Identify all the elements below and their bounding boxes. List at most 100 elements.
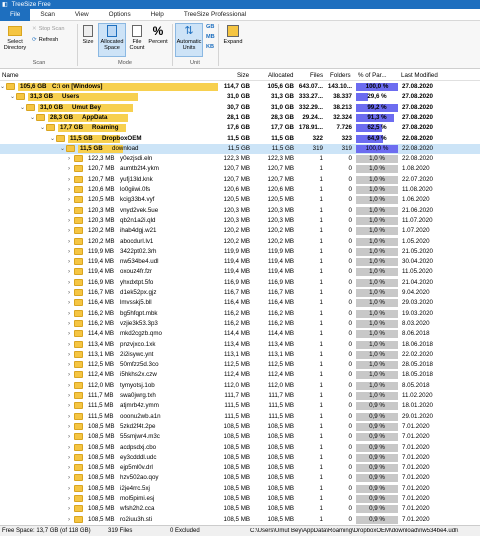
table-row[interactable]: › 122,3 MB y0ezjsdi.eln 122,3 MB 122,3 MB 1 0 1… <box>0 154 480 164</box>
expand-toggle-icon[interactable]: › <box>68 433 70 440</box>
expand-toggle-icon[interactable]: › <box>68 310 70 317</box>
expand-toggle-icon[interactable]: › <box>68 207 70 214</box>
tree-list[interactable]: ⌄ 105,6 GB C:\ on [Windows] 114,7 GB 105,6 G… <box>0 82 480 525</box>
col-folders[interactable]: Folders <box>330 72 351 79</box>
table-row[interactable]: › 108,5 MB ro2iuu3h.sti 108,5 MB 108,5 MB 1 0 0… <box>0 515 480 525</box>
allocated-space-button[interactable]: Allocated Space <box>98 23 126 57</box>
percent-button[interactable]: % Percent <box>148 24 168 45</box>
expand-toggle-icon[interactable]: › <box>68 330 70 337</box>
expand-toggle-icon[interactable]: › <box>68 413 70 420</box>
expand-toggle-icon[interactable]: ⌄ <box>10 93 15 100</box>
automatic-units-button[interactable]: ⇅ Automatic Units <box>175 23 203 57</box>
tree-row[interactable]: ⌄ 105,6 GB C:\ on [Windows] 114,7 GB 105,6 G… <box>0 82 480 92</box>
col-percent[interactable]: % of Par... <box>358 72 387 79</box>
table-row[interactable]: › 113,4 MB pnzvjxco.1xk 113,4 MB 113,4 MB 1 0 1… <box>0 340 480 350</box>
table-row[interactable]: › 108,5 MB hzv502ao.qoy 108,5 MB 108,5 MB 1 0 0… <box>0 473 480 483</box>
table-row[interactable]: › 120,6 MB lo0giiwi.0fs 120,6 MB 120,6 MB 1 0 1… <box>0 185 480 195</box>
file-count-button[interactable]: File Count <box>128 24 146 51</box>
stop-scan-button[interactable]: ✕ Stop Scan <box>32 26 65 32</box>
expand-toggle-icon[interactable]: ⌄ <box>60 145 65 152</box>
table-row[interactable]: › 113,1 MB 2i2isywc.ynt 113,1 MB 113,1 MB 1 0 1… <box>0 350 480 360</box>
table-row[interactable]: › 112,0 MB tymyotsj.1ob 112,0 MB 112,0 MB 1 0 1… <box>0 381 480 391</box>
expand-toggle-icon[interactable]: › <box>68 258 70 265</box>
table-row[interactable]: › 108,5 MB 5zkd2f4t.2pe 108,5 MB 108,5 MB 1 0 0… <box>0 422 480 432</box>
table-row[interactable]: › 116,2 MB bg5hfqpt.mbk 116,2 MB 116,2 MB 1 0 1… <box>0 309 480 319</box>
tree-row[interactable]: ⌄ 31,3 GB Users 31,0 GB 31,3 GB 333.27... 38.3… <box>0 92 480 102</box>
tree-row[interactable]: ⌄ 11,5 GB DropboxOEM 11,5 GB 11,5 GB 322 323 64… <box>0 134 480 144</box>
expand-toggle-icon[interactable]: ⌄ <box>40 124 45 131</box>
expand-toggle-icon[interactable]: › <box>68 186 70 193</box>
expand-toggle-icon[interactable]: › <box>68 238 70 245</box>
table-row[interactable]: › 108,5 MB mol5pimi.esj 108,5 MB 108,5 MB 1 0 0… <box>0 494 480 504</box>
table-row[interactable]: › 112,5 MB 50mfzz5d.3co 112,5 MB 112,5 MB 1 0 1… <box>0 360 480 370</box>
expand-toggle-icon[interactable]: › <box>68 505 70 512</box>
table-row[interactable]: › 108,5 MB wfsh2h2.cca 108,5 MB 108,5 MB 1 0 0,… <box>0 504 480 514</box>
menu-help[interactable]: Help <box>141 11 174 18</box>
table-row[interactable]: › 108,5 MB i2je4rrc.5xj 108,5 MB 108,5 MB 1 0 0… <box>0 484 480 494</box>
table-row[interactable]: › 120,7 MB yufj13ld.knk 120,7 MB 120,7 MB 1 0 1… <box>0 175 480 185</box>
expand-toggle-icon[interactable]: › <box>68 217 70 224</box>
table-row[interactable]: › 116,4 MB lmvsskj5.bll 116,4 MB 116,4 MB 1 0 1… <box>0 298 480 308</box>
expand-toggle-icon[interactable]: › <box>68 371 70 378</box>
expand-toggle-icon[interactable]: ⌄ <box>50 135 55 142</box>
expand-toggle-icon[interactable]: › <box>68 351 70 358</box>
table-row[interactable]: › 111,5 MB atjmrb4z.ymm 111,5 MB 111,5 MB 1 0 0… <box>0 401 480 411</box>
expand-toggle-icon[interactable]: ⌄ <box>0 83 5 90</box>
table-row[interactable]: › 120,2 MB ihab4dgj.w21 120,2 MB 120,2 MB 1 0 1… <box>0 226 480 236</box>
table-row[interactable]: › 116,9 MB yhxdxtpt.5fo 116,9 MB 116,9 MB 1 0 1… <box>0 278 480 288</box>
expand-toggle-icon[interactable]: › <box>68 227 70 234</box>
table-row[interactable]: › 119,4 MB nw534be4.udl 119,4 MB 119,4 MB 1 0 1… <box>0 257 480 267</box>
expand-toggle-icon[interactable]: › <box>68 392 70 399</box>
col-allocated[interactable]: Allocated <box>268 72 293 79</box>
col-last-modified[interactable]: Last Modified <box>401 72 438 79</box>
table-row[interactable]: › 108,5 MB 55smjwr4.m3c 108,5 MB 108,5 MB 1 0 0… <box>0 432 480 442</box>
expand-toggle-icon[interactable]: › <box>68 361 70 368</box>
table-row[interactable]: › 114,4 MB mkd2cgzb.qmo 114,4 MB 114,4 MB 1 0 1… <box>0 329 480 339</box>
unit-gb-button[interactable]: GB <box>206 24 214 30</box>
expand-toggle-icon[interactable]: › <box>68 454 70 461</box>
table-row[interactable]: › 119,4 MB oxouz4fr.fzr 119,4 MB 119,4 MB 1 0 1… <box>0 267 480 277</box>
expand-toggle-icon[interactable]: › <box>68 176 70 183</box>
expand-toggle-icon[interactable]: › <box>68 196 70 203</box>
table-row[interactable]: › 120,2 MB abocdurl.lv1 120,2 MB 120,2 MB 1 0 1… <box>0 237 480 247</box>
expand-toggle-icon[interactable]: › <box>68 248 70 255</box>
expand-toggle-icon[interactable]: › <box>68 495 70 502</box>
table-row[interactable]: › 116,2 MB vzjie3k53.3p3 116,2 MB 116,2 MB 1 0… <box>0 319 480 329</box>
table-row[interactable]: › 112,4 MB i5hkhs2x.czw 112,4 MB 112,4 MB 1 0 1… <box>0 370 480 380</box>
col-name[interactable]: Name <box>2 72 19 79</box>
table-row[interactable]: › 111,7 MB swa0jwrg.txh 111,7 MB 111,7 MB 1 0 1… <box>0 391 480 401</box>
table-row[interactable]: › 111,5 MB ooonu2wb.a1n 111,5 MB 111,5 MB 1 0 0… <box>0 412 480 422</box>
col-size[interactable]: Size <box>237 72 249 79</box>
expand-toggle-icon[interactable]: › <box>68 423 70 430</box>
expand-toggle-icon[interactable]: › <box>68 341 70 348</box>
menu-view[interactable]: View <box>65 11 99 18</box>
refresh-button[interactable]: ⟳ Refresh <box>32 37 58 43</box>
expand-toggle-icon[interactable]: › <box>68 268 70 275</box>
table-row[interactable]: › 120,7 MB aumtb2t4.ykm 120,7 MB 120,7 MB 1 0 1… <box>0 164 480 174</box>
col-files[interactable]: Files <box>310 72 323 79</box>
expand-toggle-icon[interactable]: › <box>68 464 70 471</box>
menu-options[interactable]: Options <box>99 11 141 18</box>
expand-toggle-icon[interactable]: › <box>68 485 70 492</box>
expand-toggle-icon[interactable]: › <box>68 402 70 409</box>
expand-toggle-icon[interactable]: ⌄ <box>30 114 35 121</box>
table-row[interactable]: › 108,5 MB ejp5ml0v.drl 108,5 MB 108,5 MB 1 0 0… <box>0 463 480 473</box>
expand-toggle-icon[interactable]: › <box>68 155 70 162</box>
tree-row[interactable]: ⌄ 17,7 GB Roaming 17,6 GB 17,7 GB 178.91... 7.… <box>0 123 480 133</box>
table-row[interactable]: › 120,3 MB qb2n1a2i.qld 120,3 MB 120,3 MB 1 0 1… <box>0 216 480 226</box>
menu-treesize-professional[interactable]: TreeSize Professional <box>174 11 256 18</box>
select-directory-button[interactable]: Select Directory <box>2 24 28 51</box>
expand-toggle-icon[interactable]: › <box>68 299 70 306</box>
table-row[interactable]: › 116,7 MB d1ek52px.gjz 116,7 MB 116,7 MB 1 0 1… <box>0 288 480 298</box>
table-row[interactable]: › 119,9 MB 3422pt02.3rh 119,9 MB 119,9 MB 1 0 1… <box>0 247 480 257</box>
expand-toggle-icon[interactable]: › <box>68 165 70 172</box>
expand-toggle-icon[interactable]: › <box>68 516 70 523</box>
expand-toggle-icon[interactable]: › <box>68 444 70 451</box>
expand-toggle-icon[interactable]: › <box>68 474 70 481</box>
menu-scan[interactable]: Scan <box>30 11 65 18</box>
unit-kb-button[interactable]: KB <box>206 44 214 50</box>
menu-file[interactable]: File <box>0 8 31 21</box>
expand-toggle-icon[interactable]: ⌄ <box>20 104 25 111</box>
expand-toggle-icon[interactable]: › <box>68 279 70 286</box>
unit-mb-button[interactable]: MB <box>206 34 215 40</box>
